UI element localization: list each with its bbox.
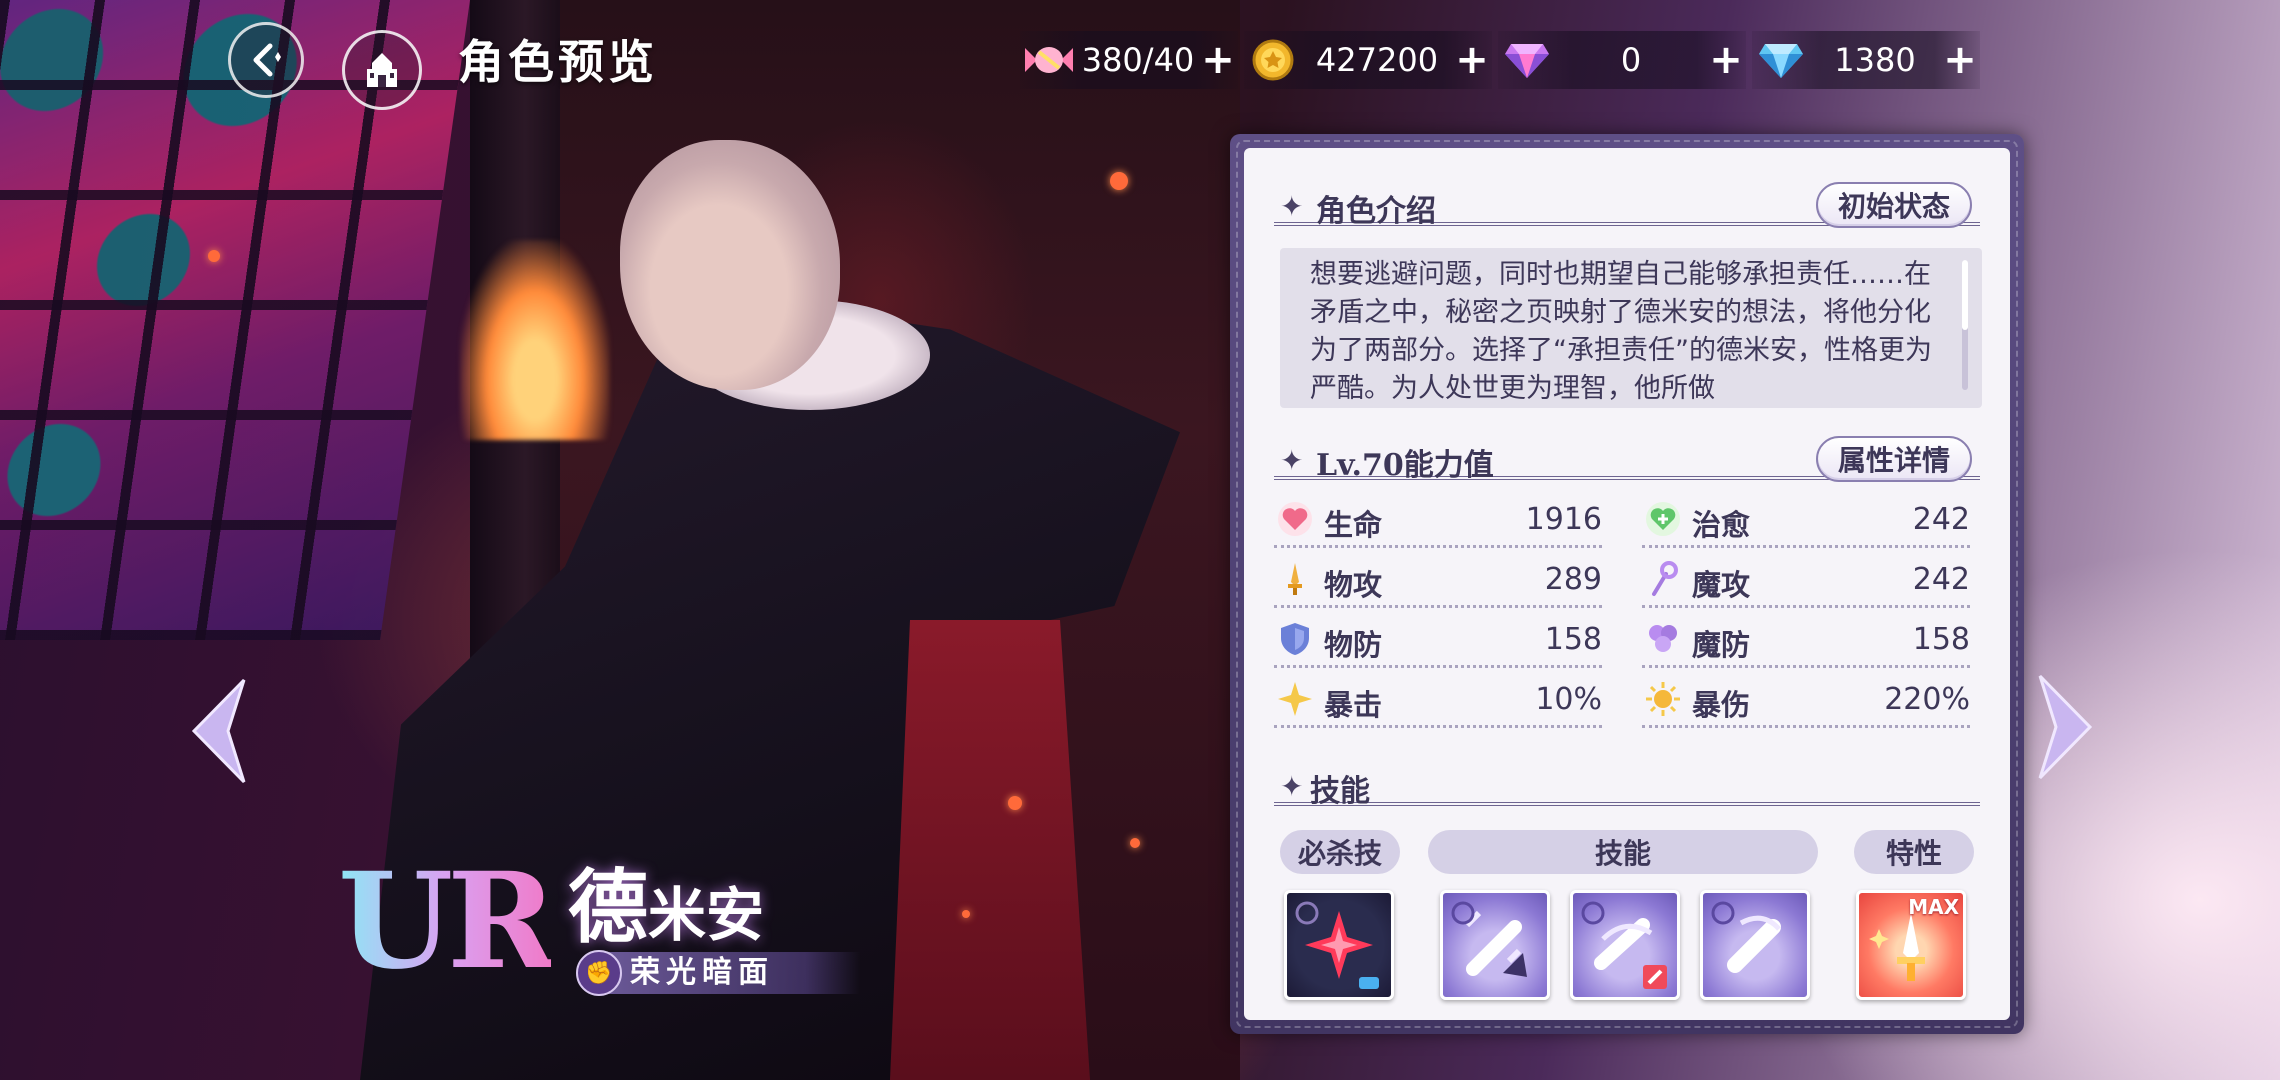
skills-section-header: ✦ 技能 [1274,742,1980,809]
home-button[interactable] [342,30,422,110]
sparkle-icon: ✦ [1280,444,1304,477]
stat-value: 289 [1544,562,1602,597]
magic-defense-icon [1649,625,1677,652]
crit-damage-icon [1646,682,1680,716]
stat-label: 魔防 [1692,628,1751,662]
skill-category-tabs: 必杀技 技能 特性 [1280,830,1980,874]
intro-section-header: ✦ 角色介绍 初始状态 [1274,162,1980,229]
stat-physical-defense: 物防 158 [1274,612,1602,668]
ember [962,910,970,918]
skill-1-icon[interactable] [1440,890,1550,1000]
ember [1130,838,1140,848]
stat-hp: 生命 1916 [1274,492,1602,548]
fist-emblem-icon: ✊ [576,950,622,996]
back-arrow-icon [253,43,281,77]
add-candy-button[interactable]: + [1198,40,1238,80]
currency-pink-gem: 0 + [1498,31,1746,89]
stat-label: 物攻 [1324,568,1383,602]
trait-icon[interactable]: MAX [1856,890,1966,1000]
currency-diamond: 1380 + [1752,31,1980,89]
gold-coin-icon [1244,31,1302,89]
stat-heal: 治愈 242 [1642,492,1970,548]
sparkle-icon: ✦ [1280,190,1304,223]
tab-skills[interactable]: 技能 [1428,830,1818,874]
stat-value: 220% [1884,682,1970,717]
physical-attack-icon [1288,563,1302,595]
max-badge: MAX [1908,895,1959,919]
stat-label: 治愈 [1692,508,1751,542]
stat-magic-defense: 魔防 158 [1642,612,1970,668]
back-button[interactable] [228,22,304,98]
currency-gold-value: 427200 [1315,41,1439,79]
stat-label: 暴击 [1324,688,1383,722]
skills-title: 技能 [1310,774,1370,809]
currency-bar: 380/40 + 427200 + 0 + 1380 + [1020,30,1986,90]
stat-value: 242 [1912,502,1970,537]
stat-value: 1916 [1525,502,1602,537]
pink-gem-icon [1498,31,1556,89]
previous-character-button[interactable] [188,676,248,786]
page-title: 角色预览 [458,35,658,89]
character-name: 德米安 [568,862,764,960]
stat-physical-attack: 物攻 289 [1274,552,1602,608]
blue-diamond-icon [1752,31,1810,89]
crit-icon [1278,682,1312,716]
attribute-details-button[interactable]: 属性详情 [1815,436,1972,482]
heart-icon [1278,502,1312,536]
stat-label: 魔攻 [1692,568,1751,602]
currency-gold: 427200 + [1244,31,1492,89]
currency-pink-gem-value: 0 [1620,41,1642,79]
castle-icon [367,53,397,87]
right-arrow-icon [2038,674,2093,780]
stat-crit: 暴击 10% [1274,672,1602,728]
initial-state-button[interactable]: 初始状态 [1815,182,1972,228]
character-epithet: 荣光暗面 [630,955,774,990]
ember [1110,172,1128,190]
stat-value: 242 [1912,562,1970,597]
info-panel: ✦ 角色介绍 初始状态 想要逃避问题，同时也期望自己能够承担责任……在矛盾之中，… [1244,148,2010,1020]
ultimate-skill-icon[interactable] [1284,890,1394,1000]
stat-value: 158 [1544,622,1602,657]
rarity-badge: UR [338,844,557,999]
add-pink-gem-button[interactable]: + [1706,40,1746,80]
stats-section-header: ✦ Lv.70能力值 属性详情 [1274,416,1980,483]
physical-defense-icon [1281,623,1309,655]
character-name-small: 米安 [648,881,765,949]
stat-label: 暴伤 [1692,688,1751,722]
character-description[interactable]: 想要逃避问题，同时也期望自己能够承担责任……在矛盾之中，秘密之页映射了德米安的想… [1280,248,1982,408]
stat-value: 158 [1912,622,1970,657]
heal-icon [1646,502,1680,536]
character-cape [890,620,1090,1080]
description-scrollbar[interactable] [1962,260,1968,390]
add-diamond-button[interactable]: + [1940,40,1980,80]
intro-title: 角色介绍 [1316,194,1436,229]
magic-attack-icon [1652,561,1678,596]
ember [208,250,220,262]
stat-value: 10% [1535,682,1602,717]
stat-magic-attack: 魔攻 242 [1642,552,1970,608]
character-name-large: 德 [568,860,648,954]
left-arrow-icon [191,678,246,784]
currency-diamond-value: 1380 [1834,41,1916,79]
add-gold-button[interactable]: + [1452,40,1492,80]
tab-ultimate[interactable]: 必杀技 [1280,830,1400,874]
stat-label: 物防 [1324,628,1383,662]
currency-candy-value: 380/40 [1081,41,1195,79]
tab-traits[interactable]: 特性 [1854,830,1974,874]
ember [1008,796,1022,810]
skill-2-icon[interactable] [1570,890,1680,1000]
flame-effect [460,240,610,440]
description-text: 想要逃避问题，同时也期望自己能够承担责任……在矛盾之中，秘密之页映射了德米安的想… [1310,259,1932,404]
stat-label: 生命 [1324,508,1383,542]
currency-candy: 380/40 + [1020,31,1238,89]
character-head [620,140,840,390]
candy-icon [1020,31,1078,89]
skill-3-icon[interactable] [1700,890,1810,1000]
next-character-button[interactable] [2036,672,2096,782]
stats-title: Lv.70能力值 [1316,448,1494,483]
stat-crit-damage: 暴伤 220% [1642,672,1970,728]
sparkle-icon: ✦ [1280,770,1304,803]
